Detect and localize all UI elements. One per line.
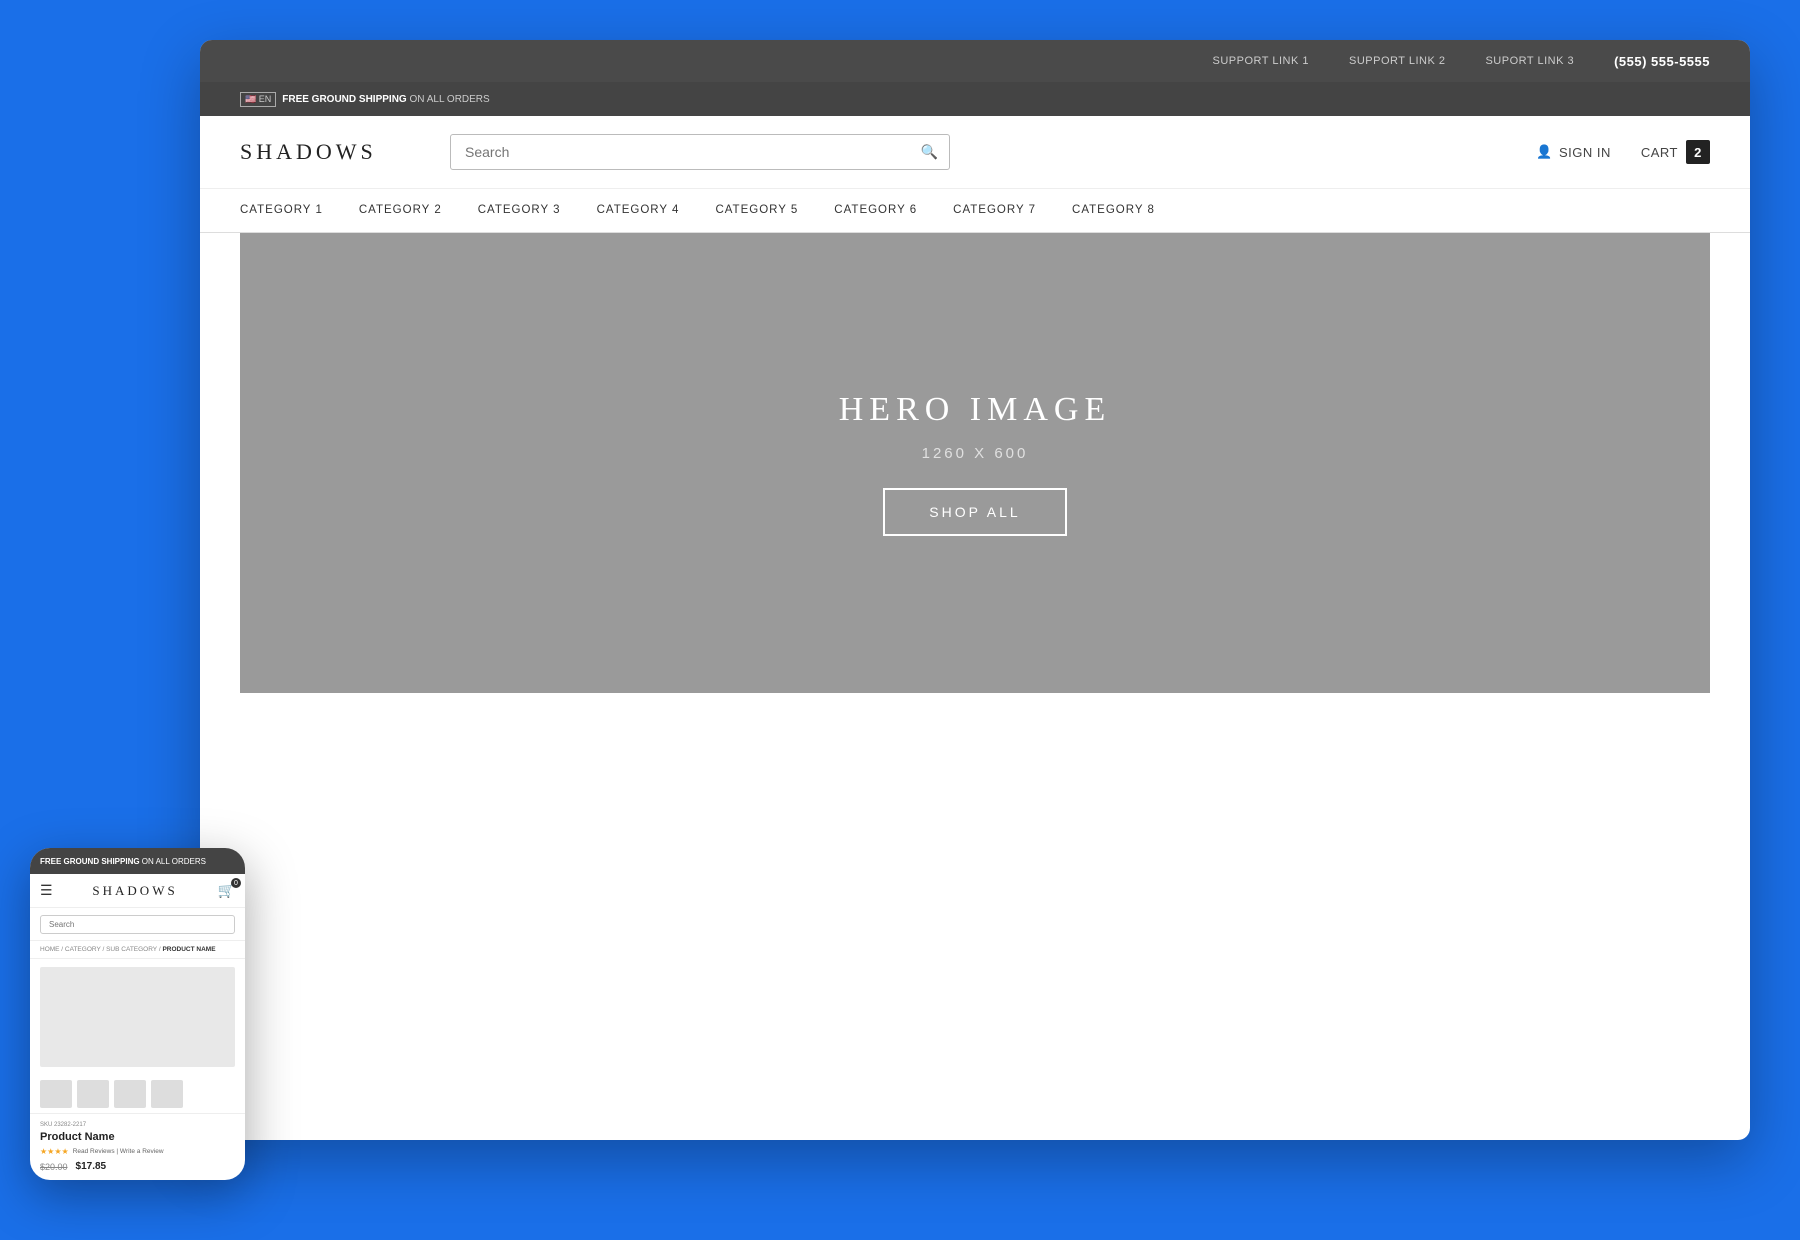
nav-item-cat2[interactable]: CATEGORY 2	[359, 190, 442, 232]
star-rating: ★★★★	[40, 1147, 69, 1156]
shop-all-button[interactable]: SHOP ALL	[883, 488, 1066, 536]
mobile-cart-badge: 0	[231, 878, 241, 888]
mobile-thumb-3[interactable]	[114, 1080, 146, 1108]
nav-bar: CATEGORY 1 CATEGORY 2 CATEGORY 3 CATEGOR…	[200, 189, 1750, 233]
desktop-mockup: SUPPORT LINK 1 SUPPORT LINK 2 SUPORT LIN…	[200, 40, 1750, 1140]
mobile-shipping-bar: FREE GROUND SHIPPING ON ALL ORDERS	[30, 848, 245, 874]
write-review-link[interactable]: Write a Review	[120, 1148, 164, 1155]
support-link-3[interactable]: SUPORT LINK 3	[1485, 55, 1574, 67]
read-reviews-link[interactable]: Read Reviews	[73, 1148, 115, 1155]
hero-subtitle: 1260 X 600	[922, 445, 1029, 462]
mobile-thumb-4[interactable]	[151, 1080, 183, 1108]
sale-price: $17.85	[76, 1161, 107, 1172]
hero-section: HERO IMAGE 1260 X 600 SHOP ALL	[240, 233, 1710, 693]
nav-item-cat3[interactable]: CATEGORY 3	[478, 190, 561, 232]
mobile-prices: $20.00 $17.85	[40, 1161, 235, 1172]
support-phone[interactable]: (555) 555-5555	[1614, 54, 1710, 69]
shipping-text: FREE GROUND SHIPPING ON ALL ORDERS	[282, 94, 489, 105]
support-bar: SUPPORT LINK 1 SUPPORT LINK 2 SUPORT LIN…	[200, 40, 1750, 82]
header-main: SHADOWS 🔍 👤 SIGN IN CART 2	[200, 116, 1750, 189]
nav-item-cat1[interactable]: CATEGORY 1	[240, 190, 323, 232]
mobile-search-input[interactable]	[40, 915, 235, 934]
mobile-thumbnails	[30, 1075, 245, 1114]
site-logo[interactable]: SHADOWS	[240, 139, 400, 165]
hero-title: HERO IMAGE	[839, 391, 1111, 429]
mobile-product-image	[40, 967, 235, 1067]
mobile-search-wrapper	[30, 908, 245, 941]
search-icon[interactable]: 🔍	[921, 144, 938, 161]
original-price: $20.00	[40, 1162, 68, 1172]
sign-in-button[interactable]: 👤 SIGN IN	[1536, 144, 1611, 160]
shipping-bar: 🇺🇸 EN FREE GROUND SHIPPING ON ALL ORDERS	[200, 82, 1750, 116]
mobile-thumb-1[interactable]	[40, 1080, 72, 1108]
mobile-mockup: FREE GROUND SHIPPING ON ALL ORDERS ☰ SHA…	[30, 848, 245, 1180]
search-wrapper: 🔍	[450, 134, 950, 170]
mobile-logo[interactable]: SHADOWS	[92, 883, 177, 899]
mobile-thumb-2[interactable]	[77, 1080, 109, 1108]
nav-item-cat8[interactable]: CATEGORY 8	[1072, 190, 1155, 232]
header-actions: 👤 SIGN IN CART 2	[1536, 140, 1710, 164]
nav-item-cat7[interactable]: CATEGORY 7	[953, 190, 1036, 232]
support-link-1[interactable]: SUPPORT LINK 1	[1213, 55, 1309, 67]
hamburger-menu-icon[interactable]: ☰	[40, 882, 53, 899]
nav-item-cat5[interactable]: CATEGORY 5	[715, 190, 798, 232]
nav-item-cat6[interactable]: CATEGORY 6	[834, 190, 917, 232]
mobile-reviews: ★★★★ Read Reviews | Write a Review	[40, 1147, 235, 1156]
support-link-2[interactable]: SUPPORT LINK 2	[1349, 55, 1445, 67]
cart-count: 2	[1686, 140, 1710, 164]
search-input[interactable]	[450, 134, 950, 170]
mobile-product-name: Product Name	[40, 1131, 235, 1143]
mobile-breadcrumb: HOME / CATEGORY / SUB CATEGORY / PRODUCT…	[30, 941, 245, 959]
cart-button[interactable]: CART 2	[1641, 140, 1710, 164]
mobile-product-info: SKU 23282-2217 Product Name ★★★★ Read Re…	[30, 1114, 245, 1180]
mobile-cart-icon[interactable]: 🛒 0	[218, 882, 235, 899]
mobile-header: ☰ SHADOWS 🛒 0	[30, 874, 245, 908]
nav-item-cat4[interactable]: CATEGORY 4	[597, 190, 680, 232]
user-icon: 👤	[1536, 144, 1553, 160]
mobile-sku: SKU 23282-2217	[40, 1122, 235, 1128]
mobile-shipping-text: FREE GROUND SHIPPING ON ALL ORDERS	[40, 857, 206, 866]
lang-flag: 🇺🇸 EN	[240, 92, 276, 107]
